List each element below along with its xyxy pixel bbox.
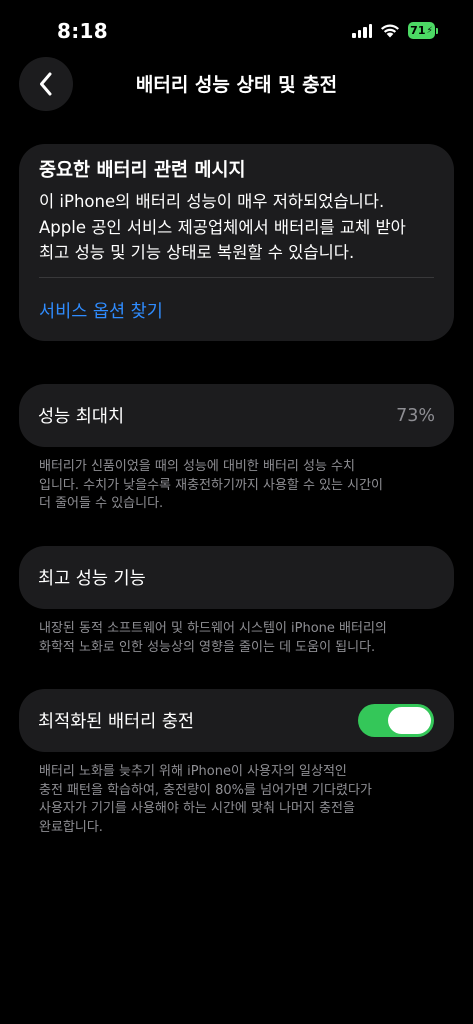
footnote-line: 더 줄어들 수 있습니다. bbox=[39, 496, 164, 511]
battery-indicator: 71 ⚡ bbox=[408, 22, 438, 39]
peak-performance-footnote: 내장된 동적 소프트웨어 및 하드웨어 시스템이 iPhone 배터리의 화학적… bbox=[39, 620, 439, 657]
alert-body-line: Apple 공인 서비스 제공업체에서 배터리를 교체 받아 bbox=[39, 217, 406, 237]
battery-icon: 71 ⚡ bbox=[408, 22, 435, 39]
toggle-knob bbox=[388, 707, 431, 734]
wifi-icon bbox=[381, 24, 399, 38]
maximum-capacity-value: 73% bbox=[396, 405, 435, 426]
optimized-charging-row: 최적화된 배터리 충전 bbox=[19, 689, 454, 752]
navigation-bar: 배터리 성능 상태 및 충전 bbox=[0, 57, 473, 111]
battery-level: 71 bbox=[410, 24, 426, 37]
battery-cap bbox=[436, 27, 438, 34]
peak-performance-label: 최고 성능 기능 bbox=[38, 569, 146, 589]
find-service-options-link[interactable]: 서비스 옵션 찾기 bbox=[39, 298, 434, 323]
footnote-line: 배터리가 신품이었을 때의 성능에 대비한 배터리 성능 수치 bbox=[39, 459, 355, 474]
footnote-line: 입니다. 수치가 낮을수록 재충전하기까지 사용할 수 있는 시간이 bbox=[39, 477, 384, 493]
footnote-line: 내장된 동적 소프트웨어 및 하드웨어 시스템이 iPhone 배터리의 bbox=[39, 621, 387, 636]
footnote-line: 충전 패턴을 학습하여, 충전량이 80%를 넘어가면 기다렸다가 bbox=[39, 782, 372, 798]
optimized-charging-label: 최적화된 배터리 충전 bbox=[38, 712, 195, 732]
alert-body: 이 iPhone의 배터리 성능이 매우 저하되었습니다. Apple 공인 서… bbox=[39, 189, 434, 266]
maximum-capacity-footnote: 배터리가 신품이었을 때의 성능에 대비한 배터리 성능 수치 입니다. 수치가… bbox=[39, 458, 439, 514]
peak-performance-row[interactable]: 최고 성능 기능 bbox=[19, 546, 454, 609]
charging-bolt-icon: ⚡ bbox=[426, 25, 433, 36]
maximum-capacity-label: 성능 최대치 bbox=[38, 407, 125, 427]
status-time: 8:18 bbox=[57, 19, 108, 43]
status-bar: 8:18 71 ⚡ bbox=[0, 0, 473, 60]
battery-alert-card: 중요한 배터리 관련 메시지 이 iPhone의 배터리 성능이 매우 저하되었… bbox=[19, 144, 454, 341]
alert-body-line: 이 iPhone의 배터리 성능이 매우 저하되었습니다. bbox=[39, 192, 385, 211]
page-title: 배터리 성능 상태 및 충전 bbox=[135, 74, 338, 96]
footnote-line: 완료합니다. bbox=[39, 819, 103, 835]
footnote-line: 사용자가 기기를 사용해야 하는 시간에 맞춰 나머지 충전을 bbox=[39, 801, 355, 816]
footnote-line: 배터리 노화를 늦추기 위해 iPhone이 사용자의 일상적인 bbox=[39, 764, 347, 779]
divider bbox=[39, 276, 434, 278]
cellular-signal-icon bbox=[352, 23, 372, 38]
footnote-line: 화학적 노화로 인한 성능상의 영향을 줄이는 데 도움이 됩니다. bbox=[39, 639, 376, 655]
alert-title: 중요한 배터리 관련 메시지 bbox=[39, 160, 246, 181]
alert-body-line: 최고 성능 및 기능 상태로 복원할 수 있습니다. bbox=[39, 243, 355, 262]
status-icons: 71 ⚡ bbox=[352, 22, 438, 39]
optimized-charging-toggle[interactable] bbox=[358, 704, 434, 737]
maximum-capacity-row: 성능 최대치 73% bbox=[19, 384, 454, 447]
optimized-charging-footnote: 배터리 노화를 늦추기 위해 iPhone이 사용자의 일상적인 충전 패턴을 … bbox=[39, 763, 439, 837]
